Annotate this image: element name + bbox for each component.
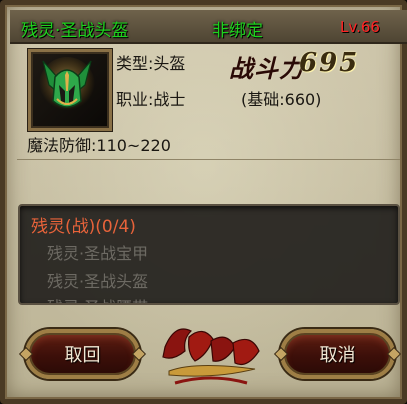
item-name: 残灵·圣战头盔	[21, 21, 129, 41]
item-level: Lv.66	[340, 18, 380, 36]
base-power: (基础:660)	[241, 90, 322, 109]
set-piece-item: 残灵·圣战头盔	[47, 272, 149, 291]
retrieve-button[interactable]: 取回	[25, 329, 140, 379]
set-bonus-box[interactable]: 残灵(战)(0/4) 残灵·圣战宝甲 残灵·圣战头盔 残灵·圣战腰带	[18, 204, 400, 305]
cancel-button[interactable]: 取消	[280, 329, 395, 379]
magic-defense: 魔法防御:110~220	[27, 136, 171, 155]
game-logo	[162, 328, 260, 385]
item-tooltip-panel: 残灵·圣战头盔 非绑定 Lv.66 类型:头盔 战斗力 695 职业:战士 (基…	[0, 0, 407, 404]
helmet-icon	[39, 57, 95, 113]
set-piece-item: 残灵·圣战宝甲	[47, 244, 149, 263]
set-title: 残灵(战)(0/4)	[31, 217, 136, 237]
item-class: 职业:战士	[116, 90, 186, 109]
combat-power-label: 战斗力	[229, 54, 304, 83]
set-piece-item: 残灵·圣战腰带	[47, 294, 148, 303]
item-type: 类型:头盔	[116, 54, 186, 73]
divider	[17, 159, 400, 160]
combat-power-value: 695	[299, 48, 360, 78]
item-icon-frame	[28, 49, 112, 131]
bind-state: 非绑定	[212, 21, 263, 41]
